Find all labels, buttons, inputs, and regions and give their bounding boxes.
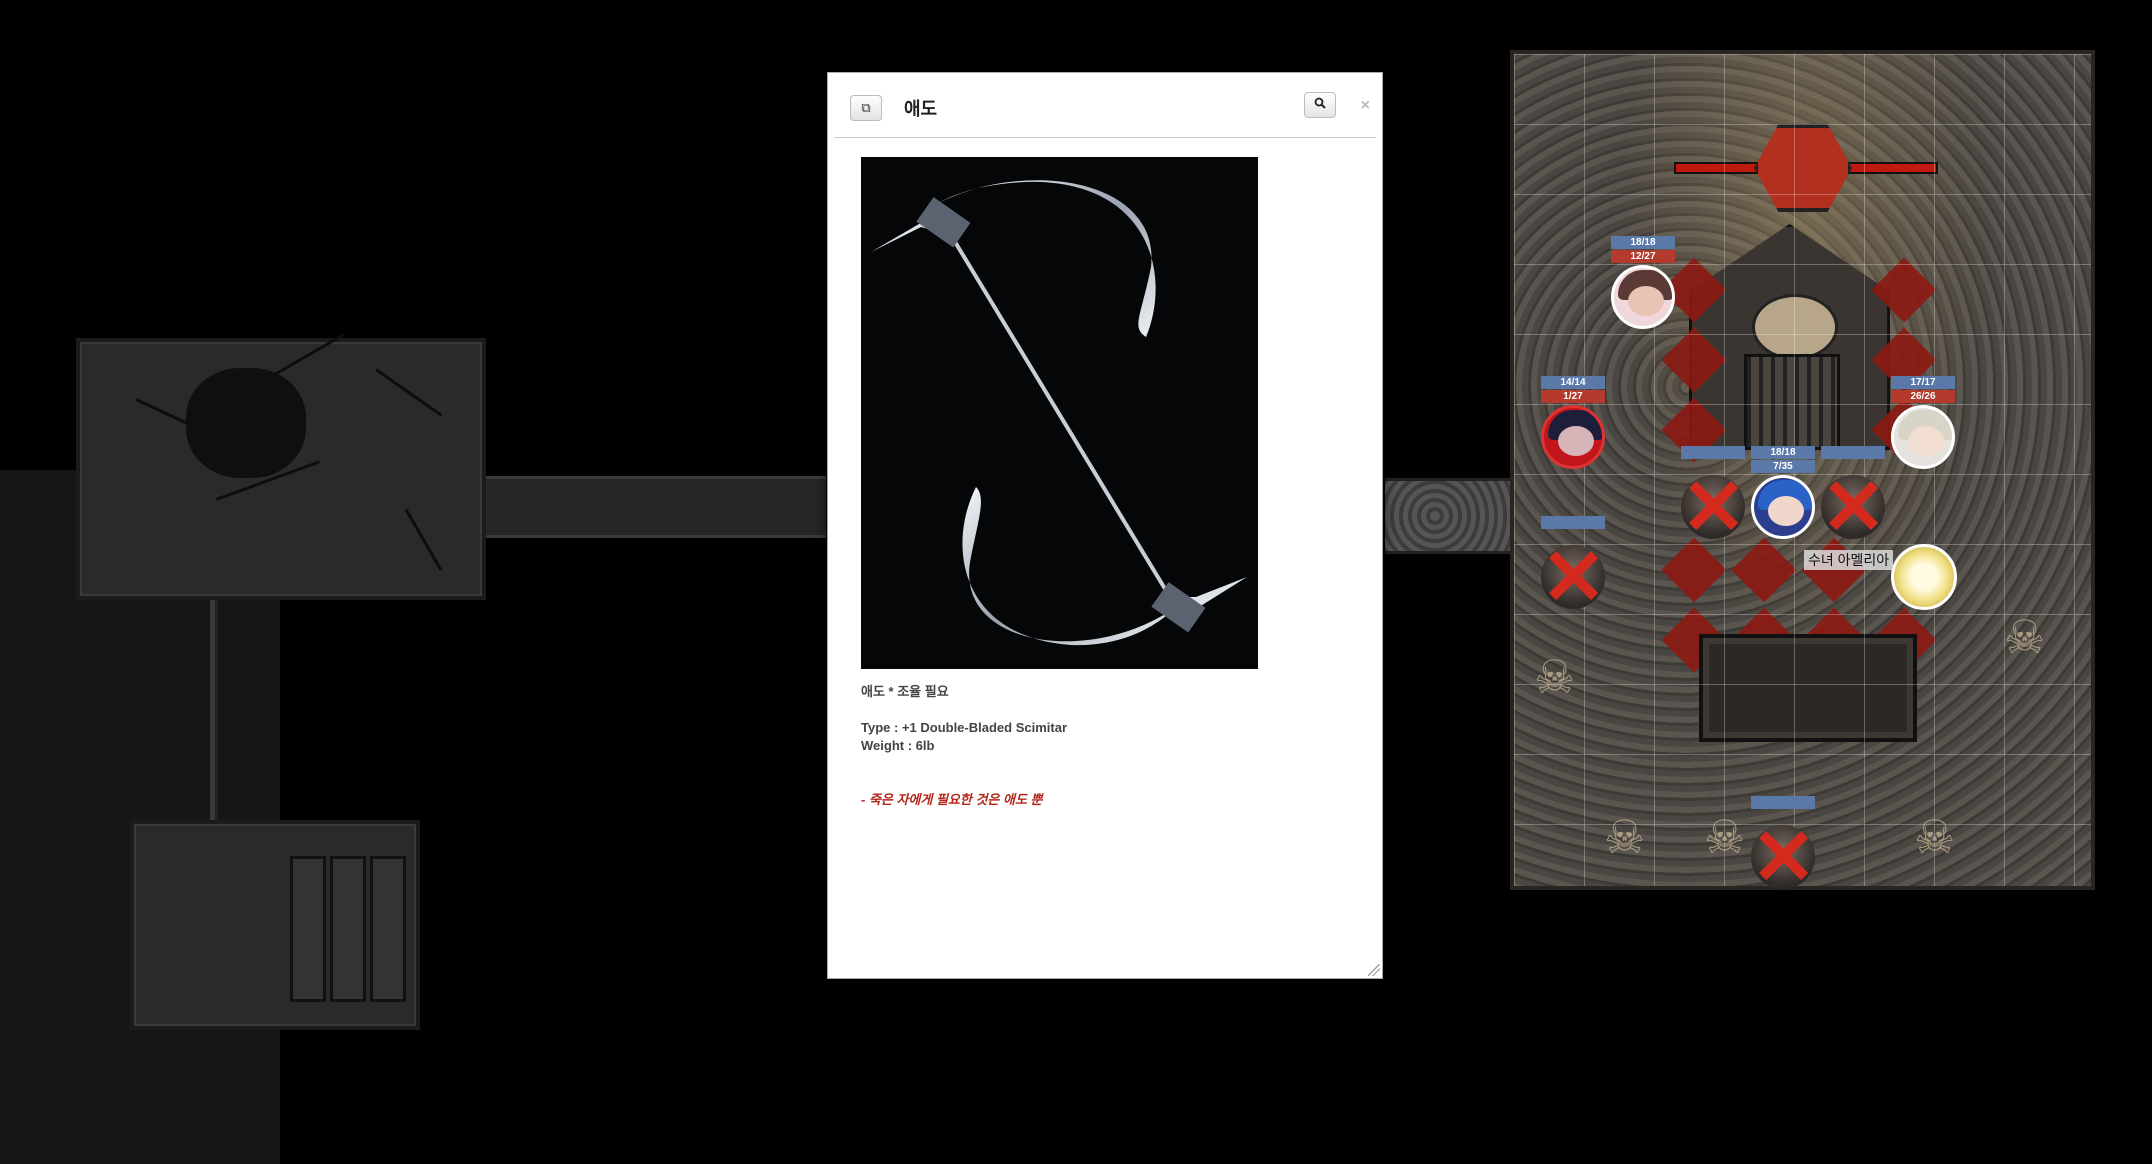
close-icon[interactable]: × [1361, 97, 1370, 115]
fog-bed-3 [370, 856, 406, 1002]
token-secondary-bar: 12/27 [1611, 250, 1675, 263]
fog-wall [210, 600, 218, 830]
token-hp-bar [1541, 516, 1605, 529]
search-button[interactable] [1304, 92, 1336, 118]
fog-bed-1 [290, 856, 326, 1002]
token-secondary-bar: 7/35 [1751, 460, 1815, 473]
token-hp-bar: 17/17 [1891, 376, 1955, 389]
popout-button[interactable]: ⧉ [850, 95, 882, 121]
map-corridor-right [1385, 478, 1510, 554]
fog-bed-2 [330, 856, 366, 1002]
token-hp-bar [1821, 446, 1885, 459]
dialog-body: 애도 * 조율 필요 Type : +1 Double-Bladed Scimi… [861, 683, 1341, 809]
character-token[interactable] [1751, 475, 1815, 539]
resize-handle[interactable] [1368, 964, 1380, 976]
token-hp-bar: 18/18 [1751, 446, 1815, 459]
dialog-header[interactable]: ⧉ 애도 × [834, 79, 1376, 138]
token-secondary-bar: 1/27 [1541, 390, 1605, 403]
dialog-title: 애도 [904, 99, 938, 119]
item-flavor-quote: - 죽은 자에게 필요한 것은 애도 뿐 [861, 792, 1043, 807]
dead-marker: ✕ [1541, 533, 1607, 621]
battle-map[interactable]: ☠ ☠ ☠ ☠ ☠ 18/18 12/27 14/14 1/27 17/17 2… [1510, 50, 2095, 901]
fog-room-upper [76, 333, 486, 600]
dead-marker: ✕ [1751, 813, 1817, 901]
token-hp-bar [1751, 796, 1815, 809]
token-hp-bar: 18/18 [1611, 236, 1675, 249]
weapon-image [861, 157, 1258, 669]
character-token[interactable] [1541, 405, 1605, 469]
fog-corridor [486, 476, 826, 538]
handout-dialog[interactable]: ⧉ 애도 × 애도 * 조율 필요 Type: +1 Double-Blade… [827, 72, 1383, 979]
token-hp-bar [1681, 446, 1745, 459]
item-attunement-line: 애도 * 조율 필요 [861, 684, 949, 699]
dead-marker: ✕ [1681, 463, 1747, 551]
npc-light-token[interactable] [1891, 544, 1957, 610]
token-secondary-bar: 26/26 [1891, 390, 1955, 403]
item-weight-line: Weight : 6lb [861, 738, 935, 753]
npc-name-label: 수녀 아멜리아 [1804, 550, 1894, 570]
search-icon [1314, 97, 1326, 112]
dead-marker: ✕ [1821, 463, 1887, 551]
popout-icon: ⧉ [861, 100, 871, 115]
character-token[interactable] [1611, 265, 1675, 329]
item-type-line: Type : +1 Double-Bladed Scimitar [861, 720, 1068, 735]
token-hp-bar: 14/14 [1541, 376, 1605, 389]
character-token[interactable] [1891, 405, 1955, 469]
